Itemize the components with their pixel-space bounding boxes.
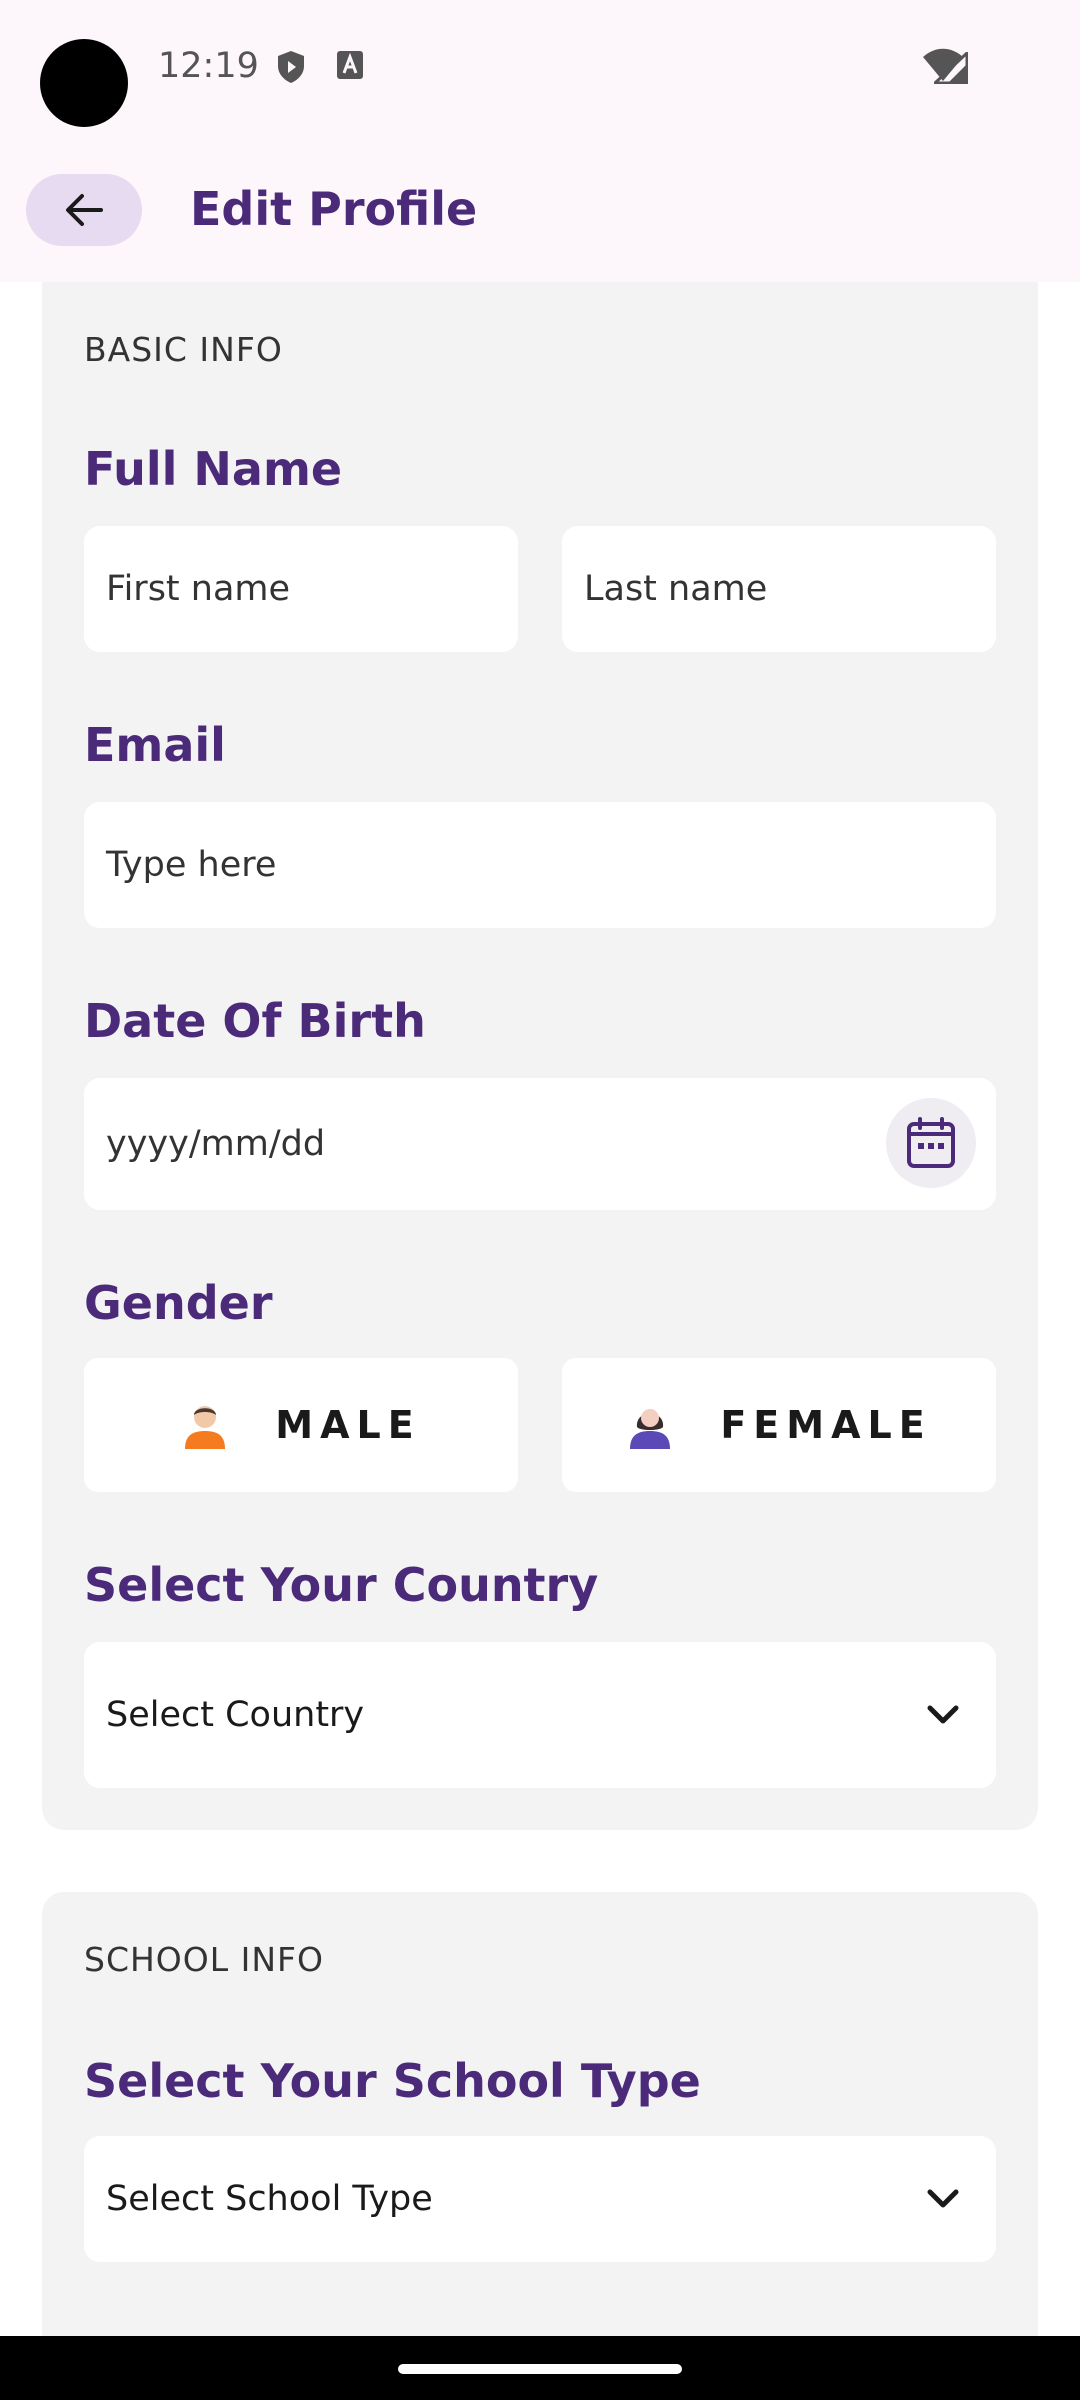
country-label: Select Your Country (84, 1558, 599, 1612)
date-of-birth-placeholder: yyyy/mm/dd (106, 1124, 326, 1164)
shield-icon (276, 50, 306, 89)
school-info-heading: SCHOOL INFO (84, 1940, 325, 1979)
status-time: 12:19 (158, 46, 259, 86)
home-gesture-handle[interactable] (398, 2364, 682, 2374)
app-bar: Edit Profile (0, 140, 1080, 282)
last-name-input[interactable]: Last name (562, 526, 996, 652)
school-type-label: Select Your School Type (84, 2054, 701, 2108)
gender-female-button[interactable]: FEMALE (562, 1358, 996, 1492)
female-avatar-icon (630, 1409, 671, 1449)
calendar-button[interactable] (886, 1098, 976, 1188)
calendar-icon (907, 1117, 955, 1168)
camera-cutout (40, 39, 128, 127)
email-input[interactable]: Type here (84, 802, 996, 928)
page-title: Edit Profile (190, 182, 478, 236)
chevron-down-icon (927, 2189, 959, 2208)
school-type-select-value: Select School Type (106, 2179, 433, 2219)
school-type-select[interactable]: Select School Type (84, 2136, 996, 2262)
country-select-value: Select Country (106, 1695, 365, 1735)
status-bar: 12:19 (0, 0, 1080, 140)
date-of-birth-label: Date Of Birth (84, 994, 426, 1048)
school-info-card: SCHOOL INFO Select Your School Type Sele… (42, 1892, 1038, 2400)
date-of-birth-input[interactable]: yyyy/mm/dd (84, 1078, 996, 1210)
navigation-bar (0, 2336, 1080, 2400)
cellular-signal-icon (931, 49, 969, 89)
gender-label: Gender (84, 1276, 273, 1330)
email-label: Email (84, 718, 226, 772)
font-a-icon (336, 50, 364, 85)
first-name-input[interactable]: First name (84, 526, 518, 652)
arrow-left-icon (66, 194, 103, 226)
gender-female-label: FEMALE (720, 1403, 932, 1447)
back-button[interactable] (26, 174, 142, 246)
basic-info-card: BASIC INFO Full Name First name Last nam… (42, 282, 1038, 1830)
male-avatar-icon (185, 1406, 226, 1449)
chevron-down-icon (927, 1705, 959, 1724)
gender-male-button[interactable]: MALE (84, 1358, 518, 1492)
full-name-label: Full Name (84, 442, 343, 496)
gender-male-label: MALE (275, 1403, 421, 1447)
basic-info-heading: BASIC INFO (84, 330, 283, 369)
country-select[interactable]: Select Country (84, 1642, 996, 1788)
